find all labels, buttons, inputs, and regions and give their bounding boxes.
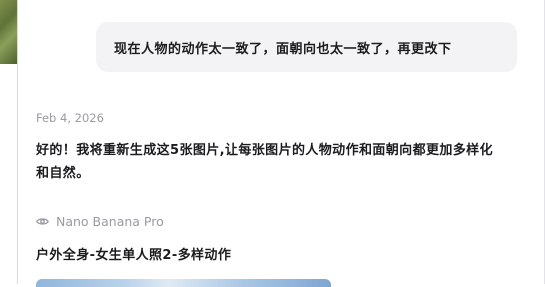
generated-image-title: 户外全身-女生单人照2-多样动作 — [36, 248, 232, 263]
generated-image-preview[interactable] — [36, 279, 331, 287]
left-panel — [0, 0, 17, 284]
model-name: Nano Banana Pro — [56, 213, 164, 229]
eye-icon — [36, 215, 49, 228]
assistant-reply: 好的！我将重新生成这5张图片,让每张图片的人物动作和面朝向都更加多样化和自然。 — [36, 143, 493, 181]
user-message-text: 现在人物的动作太一致了，面朝向也太一致了，再更改下 — [114, 41, 452, 57]
user-message-bubble: 现在人物的动作太一致了，面朝向也太一致了，再更改下 — [96, 22, 517, 72]
message-date: Feb 4, 2026 — [36, 111, 104, 125]
model-label: Nano Banana Pro — [36, 212, 164, 230]
image-thumbnail[interactable] — [0, 0, 17, 64]
chat-thread: 现在人物的动作太一致了，面朝向也太一致了，再更改下 Feb 4, 2026 好的… — [18, 0, 544, 287]
